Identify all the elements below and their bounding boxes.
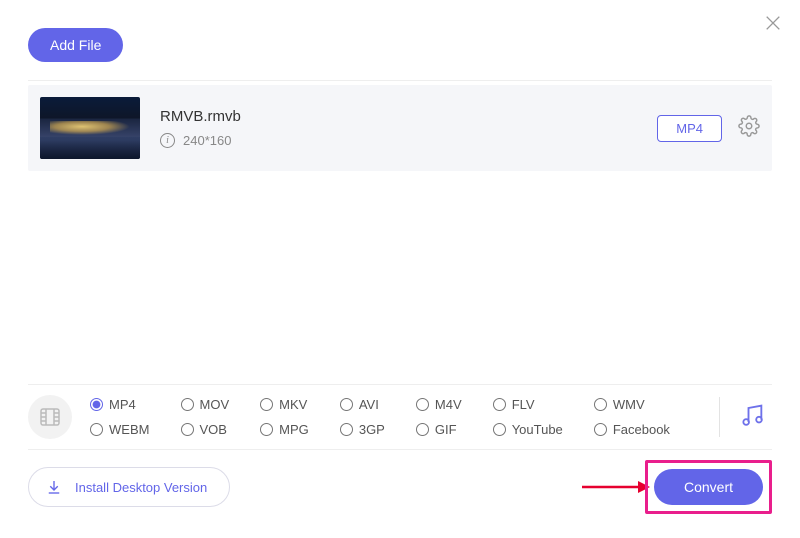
format-label: Facebook [613,422,670,437]
format-radio[interactable] [493,423,506,436]
convert-button[interactable]: Convert [654,469,763,505]
format-option-webm[interactable]: WEBM [90,422,181,437]
install-desktop-label: Install Desktop Version [75,480,207,495]
format-option-mp4[interactable]: MP4 [90,397,181,412]
output-format-badge[interactable]: MP4 [657,115,722,142]
file-name: RMVB.rmvb [160,108,657,125]
video-mode-icon[interactable] [28,395,72,439]
format-label: 3GP [359,422,385,437]
format-option-m4v[interactable]: M4V [416,397,493,412]
format-radio[interactable] [90,398,103,411]
format-option-mov[interactable]: MOV [181,397,261,412]
format-radio[interactable] [181,398,194,411]
format-label: WEBM [109,422,149,437]
format-option-3gp[interactable]: 3GP [340,422,416,437]
download-icon [45,478,63,496]
info-icon[interactable]: i [160,133,175,148]
annotation-highlight: Convert [645,460,772,514]
format-radio[interactable] [340,423,353,436]
footer-bar: Install Desktop Version Convert [28,460,772,514]
format-label: MOV [200,397,230,412]
format-label: VOB [200,422,227,437]
format-section: MP4 MOV MKV AVI M4V FLV WMV WEBM VOB MPG 3GP GIF You… [28,384,772,450]
format-radio[interactable] [260,423,273,436]
divider [28,80,772,81]
gear-icon[interactable] [738,115,760,142]
format-option-mkv[interactable]: MKV [260,397,340,412]
add-file-button[interactable]: Add File [28,28,123,62]
format-radio[interactable] [493,398,506,411]
format-radio[interactable] [416,423,429,436]
close-icon[interactable] [764,14,782,37]
music-mode-icon[interactable] [738,401,772,434]
file-meta: i 240*160 [160,133,657,148]
file-row: RMVB.rmvb i 240*160 MP4 [28,85,772,171]
format-option-mpg[interactable]: MPG [260,422,340,437]
format-option-vob[interactable]: VOB [181,422,261,437]
format-grid: MP4 MOV MKV AVI M4V FLV WMV WEBM VOB MPG 3GP GIF You… [90,397,701,437]
format-radio[interactable] [90,423,103,436]
format-radio[interactable] [594,398,607,411]
format-label: WMV [613,397,645,412]
format-label: M4V [435,397,462,412]
file-resolution: 240*160 [183,133,231,148]
video-thumbnail[interactable] [40,97,140,159]
format-radio[interactable] [594,423,607,436]
format-option-avi[interactable]: AVI [340,397,416,412]
format-label: FLV [512,397,535,412]
format-option-youtube[interactable]: YouTube [493,422,594,437]
format-radio[interactable] [416,398,429,411]
format-label: MKV [279,397,307,412]
format-label: AVI [359,397,379,412]
format-radio[interactable] [340,398,353,411]
format-label: YouTube [512,422,563,437]
format-label: GIF [435,422,457,437]
format-label: MPG [279,422,309,437]
format-label: MP4 [109,397,136,412]
format-option-gif[interactable]: GIF [416,422,493,437]
format-option-wmv[interactable]: WMV [594,397,701,412]
format-option-facebook[interactable]: Facebook [594,422,701,437]
install-desktop-button[interactable]: Install Desktop Version [28,467,230,507]
format-radio[interactable] [260,398,273,411]
section-divider [719,397,720,437]
format-radio[interactable] [181,423,194,436]
format-option-flv[interactable]: FLV [493,397,594,412]
file-info: RMVB.rmvb i 240*160 [160,108,657,148]
